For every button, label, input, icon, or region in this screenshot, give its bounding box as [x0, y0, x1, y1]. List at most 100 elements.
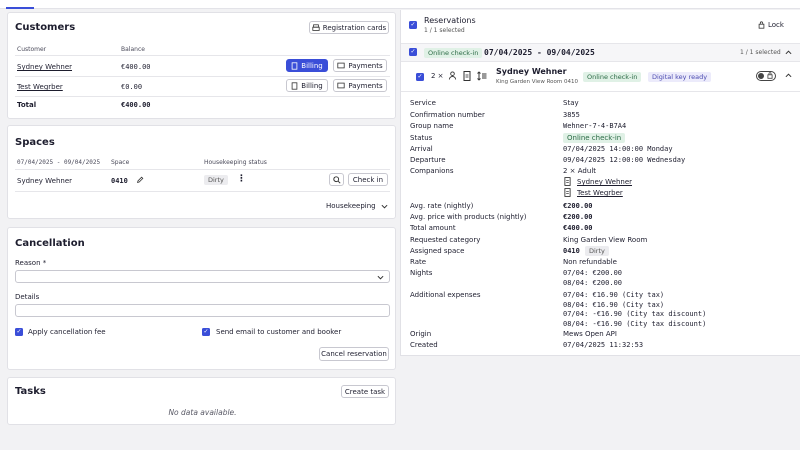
card-icon	[337, 82, 345, 89]
arrival-label: Arrival	[410, 145, 433, 153]
housekeeping-status-badge: Dirty	[204, 175, 228, 185]
tasks-card: Tasks Create task No data available.	[7, 377, 396, 425]
confirmation-label: Confirmation number	[410, 111, 485, 119]
spaces-card: Spaces 07/04/2025 - 09/04/2025 Space Hou…	[7, 125, 396, 219]
departure-label: Departure	[410, 156, 446, 164]
total-amount-label: Total amount	[410, 224, 456, 232]
document-icon	[291, 81, 298, 90]
reason-select[interactable]	[15, 270, 390, 283]
group-status-badge: Online check-in	[424, 48, 483, 58]
cancellation-fee-label: Apply cancellation fee	[28, 328, 106, 336]
lock-icon	[767, 72, 773, 79]
reason-label: Reason *	[15, 259, 47, 267]
total-value: €400.00	[121, 101, 151, 109]
document-icon	[564, 177, 571, 186]
group-checkbox[interactable]: ✓	[409, 48, 417, 56]
customer-link-2[interactable]: Test Wegrber	[17, 83, 63, 91]
expense-3: 07/04: -€16.90 (City tax discount)	[563, 310, 707, 318]
avg-rate-value: €200.00	[563, 202, 593, 210]
created-label: Created	[410, 341, 438, 349]
confirmation-value: 3855	[563, 111, 580, 119]
person-icon	[448, 71, 457, 80]
customer-link-1[interactable]: Sydney Wehner	[17, 63, 72, 71]
group-name-label: Group name	[410, 122, 454, 130]
group-name-value: Wehner-7-4-B7A4	[563, 122, 627, 130]
avg-price-value: €200.00	[563, 213, 593, 221]
col-space: Space	[111, 159, 130, 166]
pencil-icon[interactable]	[136, 176, 144, 184]
space-guest-name: Sydney Wehner	[17, 177, 73, 185]
origin-label: Origin	[410, 330, 432, 338]
assigned-space-label: Assigned space	[410, 247, 465, 255]
group-dates: 07/04/2025 - 09/04/2025	[484, 48, 595, 57]
night-1: 07/04: €200.00	[563, 269, 623, 277]
tasks-title: Tasks	[15, 386, 46, 397]
companion-link-2[interactable]: Test Wegrber	[577, 189, 623, 197]
reservations-title: Reservations	[424, 16, 476, 25]
more-icon[interactable]: ⋮	[237, 174, 246, 184]
col-dates: 07/04/2025 - 09/04/2025	[17, 159, 101, 166]
reservation-checkin-badge: Online check-in	[583, 72, 642, 82]
group-selected-count: 1 / 1 selected	[740, 49, 781, 56]
reservations-select-all-checkbox[interactable]: ✓	[409, 21, 417, 29]
col-housekeeping: Housekeeping status	[204, 159, 267, 166]
expense-4: 08/04: -€16.90 (City tax discount)	[563, 320, 707, 328]
registration-cards-button[interactable]: Registration cards	[309, 21, 389, 34]
toggle-knob	[758, 72, 764, 79]
document-icon	[463, 71, 471, 81]
service-value: Stay	[563, 99, 579, 107]
registration-cards-label: Registration cards	[322, 23, 387, 32]
reservations-panel: ✓ Reservations 1 / 1 selected Lock ✓ Onl…	[400, 10, 800, 356]
details-input[interactable]	[15, 304, 390, 317]
status-badge: Online check-in	[563, 133, 626, 143]
reservation-checkbox[interactable]: ✓	[416, 73, 424, 81]
assigned-space-status: Dirty	[585, 246, 609, 256]
created-value: 07/04/2025 11:32:53	[563, 341, 644, 349]
lock-toggle[interactable]	[756, 71, 776, 81]
check-in-button[interactable]: Check in	[348, 173, 388, 186]
payments-button-1[interactable]: Payments	[333, 59, 387, 72]
col-customer: Customer	[17, 46, 47, 53]
expense-2: 08/04: €16.90 (City tax)	[563, 301, 665, 309]
cancellation-fee-checkbox[interactable]: ✓	[15, 328, 23, 336]
create-task-button[interactable]: Create task	[341, 385, 389, 398]
send-email-label: Send email to customer and booker	[216, 328, 342, 336]
origin-value: Mews Open API	[563, 330, 617, 338]
night-2: 08/04: €200.00	[563, 279, 623, 287]
send-email-checkbox[interactable]: ✓	[202, 328, 210, 336]
companion-link-1[interactable]: Sydney Wehner	[577, 178, 632, 186]
housekeeping-dropdown[interactable]: Housekeeping	[326, 202, 388, 210]
cancellation-card: Cancellation Reason * Details ✓ Apply ca…	[7, 227, 396, 370]
arrival-value: 07/04/2025 14:00:00 Monday	[563, 145, 673, 153]
customers-title: Customers	[15, 22, 76, 33]
document-icon	[564, 188, 571, 197]
reservations-subtitle: 1 / 1 selected	[424, 27, 465, 34]
search-space-button[interactable]	[329, 173, 344, 186]
lock-icon	[758, 21, 765, 29]
printer-icon	[312, 23, 320, 32]
additional-expenses-label: Additional expenses	[410, 291, 481, 299]
reservation-room: King Garden View Room 0410	[496, 79, 578, 85]
requested-category-label: Requested category	[410, 236, 481, 244]
billing-button-2[interactable]: Billing	[286, 79, 328, 92]
lock-button[interactable]: Lock	[758, 21, 784, 29]
details-label: Details	[15, 293, 40, 301]
payments-button-2[interactable]: Payments	[333, 79, 387, 92]
digital-key-badge: Digital key ready	[648, 72, 712, 82]
sort-icon	[477, 71, 487, 81]
companions-value: 2 × Adult	[563, 167, 597, 175]
avg-rate-label: Avg. rate (nightly)	[410, 202, 474, 210]
col-balance: Balance	[121, 46, 145, 53]
search-icon	[332, 175, 341, 184]
chevron-up-icon[interactable]	[785, 73, 792, 78]
tasks-empty-text: No data available.	[168, 408, 237, 417]
chevron-up-icon[interactable]	[785, 50, 792, 55]
cancel-reservation-button[interactable]: Cancel reservation	[319, 347, 389, 361]
customer-balance-2: €0.00	[121, 83, 143, 91]
service-label: Service	[410, 99, 436, 107]
reservation-guest-name[interactable]: Sydney Wehner	[496, 67, 567, 76]
total-amount-value: €400.00	[563, 224, 593, 232]
billing-button-1[interactable]: Billing	[286, 59, 328, 72]
guest-count: 2 ×	[431, 72, 444, 80]
spaces-title: Spaces	[15, 137, 55, 148]
